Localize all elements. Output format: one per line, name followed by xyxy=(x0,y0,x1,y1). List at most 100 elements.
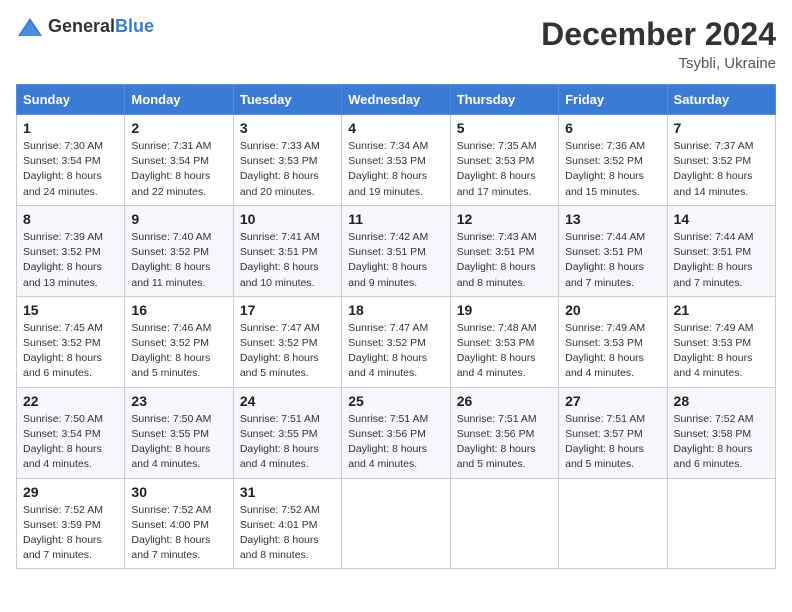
day-number: 6 xyxy=(565,120,660,136)
day-info: Sunrise: 7:46 AM Sunset: 3:52 PM Dayligh… xyxy=(131,321,226,382)
day-number: 12 xyxy=(457,211,552,227)
calendar-day-cell: 21 Sunrise: 7:49 AM Sunset: 3:53 PM Dayli… xyxy=(667,296,775,387)
calendar-day-cell: 2 Sunrise: 7:31 AM Sunset: 3:54 PM Daylig… xyxy=(125,115,233,206)
day-number: 4 xyxy=(348,120,443,136)
day-info: Sunrise: 7:39 AM Sunset: 3:52 PM Dayligh… xyxy=(23,230,118,291)
day-info: Sunrise: 7:37 AM Sunset: 3:52 PM Dayligh… xyxy=(674,139,769,200)
calendar-day-cell: 7 Sunrise: 7:37 AM Sunset: 3:52 PM Daylig… xyxy=(667,115,775,206)
day-number: 23 xyxy=(131,393,226,409)
weekday-header-sunday: Sunday xyxy=(17,85,125,115)
calendar-day-cell: 4 Sunrise: 7:34 AM Sunset: 3:53 PM Daylig… xyxy=(342,115,450,206)
empty-cell xyxy=(559,478,667,569)
calendar-week-row: 15 Sunrise: 7:45 AM Sunset: 3:52 PM Dayli… xyxy=(17,296,776,387)
calendar-day-cell: 29 Sunrise: 7:52 AM Sunset: 3:59 PM Dayli… xyxy=(17,478,125,569)
day-number: 26 xyxy=(457,393,552,409)
day-info: Sunrise: 7:42 AM Sunset: 3:51 PM Dayligh… xyxy=(348,230,443,291)
day-info: Sunrise: 7:44 AM Sunset: 3:51 PM Dayligh… xyxy=(674,230,769,291)
day-info: Sunrise: 7:47 AM Sunset: 3:52 PM Dayligh… xyxy=(240,321,335,382)
day-info: Sunrise: 7:47 AM Sunset: 3:52 PM Dayligh… xyxy=(348,321,443,382)
day-number: 9 xyxy=(131,211,226,227)
day-info: Sunrise: 7:41 AM Sunset: 3:51 PM Dayligh… xyxy=(240,230,335,291)
day-info: Sunrise: 7:45 AM Sunset: 3:52 PM Dayligh… xyxy=(23,321,118,382)
day-number: 14 xyxy=(674,211,769,227)
weekday-header-wednesday: Wednesday xyxy=(342,85,450,115)
calendar-day-cell: 25Sunrise: 7:51 AM Sunset: 3:56 PM Dayli… xyxy=(342,387,450,478)
day-info: Sunrise: 7:33 AM Sunset: 3:53 PM Dayligh… xyxy=(240,139,335,200)
calendar-day-cell: 5Sunrise: 7:35 AM Sunset: 3:53 PM Daylig… xyxy=(450,115,558,206)
day-number: 18 xyxy=(348,302,443,318)
day-info: Sunrise: 7:30 AM Sunset: 3:54 PM Dayligh… xyxy=(23,139,118,200)
day-number: 15 xyxy=(23,302,118,318)
day-info: Sunrise: 7:43 AM Sunset: 3:51 PM Dayligh… xyxy=(457,230,552,291)
empty-cell xyxy=(450,478,558,569)
month-title: December 2024 xyxy=(541,16,776,53)
day-number: 3 xyxy=(240,120,335,136)
day-number: 28 xyxy=(674,393,769,409)
calendar-day-cell: 28Sunrise: 7:52 AM Sunset: 3:58 PM Dayli… xyxy=(667,387,775,478)
day-info: Sunrise: 7:51 AM Sunset: 3:56 PM Dayligh… xyxy=(348,412,443,473)
day-info: Sunrise: 7:49 AM Sunset: 3:53 PM Dayligh… xyxy=(565,321,660,382)
day-number: 2 xyxy=(131,120,226,136)
day-number: 24 xyxy=(240,393,335,409)
calendar-day-cell: 18 Sunrise: 7:47 AM Sunset: 3:52 PM Dayli… xyxy=(342,296,450,387)
weekday-header-monday: Monday xyxy=(125,85,233,115)
day-number: 22 xyxy=(23,393,118,409)
calendar-day-cell: 23 Sunrise: 7:50 AM Sunset: 3:55 PM Dayli… xyxy=(125,387,233,478)
calendar-day-cell: 24Sunrise: 7:51 AM Sunset: 3:55 PM Dayli… xyxy=(233,387,341,478)
calendar-day-cell: 8 Sunrise: 7:39 AM Sunset: 3:52 PM Daylig… xyxy=(17,205,125,296)
day-number: 20 xyxy=(565,302,660,318)
logo-text-blue: Blue xyxy=(115,16,154,36)
day-info: Sunrise: 7:34 AM Sunset: 3:53 PM Dayligh… xyxy=(348,139,443,200)
day-info: Sunrise: 7:40 AM Sunset: 3:52 PM Dayligh… xyxy=(131,230,226,291)
calendar-day-cell: 17 Sunrise: 7:47 AM Sunset: 3:52 PM Dayli… xyxy=(233,296,341,387)
calendar-day-cell: 20 Sunrise: 7:49 AM Sunset: 3:53 PM Dayli… xyxy=(559,296,667,387)
day-info: Sunrise: 7:50 AM Sunset: 3:54 PM Dayligh… xyxy=(23,412,118,473)
day-info: Sunrise: 7:49 AM Sunset: 3:53 PM Dayligh… xyxy=(674,321,769,382)
day-info: Sunrise: 7:52 AM Sunset: 3:59 PM Dayligh… xyxy=(23,503,118,564)
weekday-header-saturday: Saturday xyxy=(667,85,775,115)
calendar-day-cell: 27Sunrise: 7:51 AM Sunset: 3:57 PM Dayli… xyxy=(559,387,667,478)
page-header: GeneralBlue December 2024 Tsybli, Ukrain… xyxy=(16,16,776,72)
calendar-day-cell: 12 Sunrise: 7:43 AM Sunset: 3:51 PM Dayli… xyxy=(450,205,558,296)
day-number: 30 xyxy=(131,484,226,500)
day-info: Sunrise: 7:51 AM Sunset: 3:56 PM Dayligh… xyxy=(457,412,552,473)
day-number: 16 xyxy=(131,302,226,318)
day-number: 17 xyxy=(240,302,335,318)
calendar-day-cell: 1Sunrise: 7:30 AM Sunset: 3:54 PM Daylig… xyxy=(17,115,125,206)
calendar-day-cell: 9 Sunrise: 7:40 AM Sunset: 3:52 PM Daylig… xyxy=(125,205,233,296)
logo: GeneralBlue xyxy=(16,16,154,38)
calendar-day-cell: 3 Sunrise: 7:33 AM Sunset: 3:53 PM Daylig… xyxy=(233,115,341,206)
day-info: Sunrise: 7:50 AM Sunset: 3:55 PM Dayligh… xyxy=(131,412,226,473)
calendar-week-row: 8 Sunrise: 7:39 AM Sunset: 3:52 PM Daylig… xyxy=(17,205,776,296)
calendar-week-row: 1Sunrise: 7:30 AM Sunset: 3:54 PM Daylig… xyxy=(17,115,776,206)
calendar-week-row: 29 Sunrise: 7:52 AM Sunset: 3:59 PM Dayli… xyxy=(17,478,776,569)
calendar-table: SundayMondayTuesdayWednesdayThursdayFrid… xyxy=(16,84,776,569)
day-info: Sunrise: 7:48 AM Sunset: 3:53 PM Dayligh… xyxy=(457,321,552,382)
logo-icon xyxy=(16,16,44,38)
day-number: 8 xyxy=(23,211,118,227)
day-info: Sunrise: 7:51 AM Sunset: 3:57 PM Dayligh… xyxy=(565,412,660,473)
day-number: 11 xyxy=(348,211,443,227)
day-info: Sunrise: 7:44 AM Sunset: 3:51 PM Dayligh… xyxy=(565,230,660,291)
weekday-header-row: SundayMondayTuesdayWednesdayThursdayFrid… xyxy=(17,85,776,115)
calendar-day-cell: 14 Sunrise: 7:44 AM Sunset: 3:51 PM Dayli… xyxy=(667,205,775,296)
day-number: 5 xyxy=(457,120,552,136)
calendar-day-cell: 10 Sunrise: 7:41 AM Sunset: 3:51 PM Dayli… xyxy=(233,205,341,296)
day-number: 19 xyxy=(457,302,552,318)
day-number: 7 xyxy=(674,120,769,136)
calendar-day-cell: 30 Sunrise: 7:52 AM Sunset: 4:00 PM Dayli… xyxy=(125,478,233,569)
day-number: 21 xyxy=(674,302,769,318)
calendar-day-cell: 15 Sunrise: 7:45 AM Sunset: 3:52 PM Dayli… xyxy=(17,296,125,387)
logo-text-general: General xyxy=(48,16,115,36)
day-info: Sunrise: 7:31 AM Sunset: 3:54 PM Dayligh… xyxy=(131,139,226,200)
empty-cell xyxy=(342,478,450,569)
weekday-header-thursday: Thursday xyxy=(450,85,558,115)
calendar-day-cell: 11 Sunrise: 7:42 AM Sunset: 3:51 PM Dayli… xyxy=(342,205,450,296)
day-info: Sunrise: 7:52 AM Sunset: 4:01 PM Dayligh… xyxy=(240,503,335,564)
day-number: 29 xyxy=(23,484,118,500)
calendar-day-cell: 16 Sunrise: 7:46 AM Sunset: 3:52 PM Dayli… xyxy=(125,296,233,387)
day-number: 31 xyxy=(240,484,335,500)
day-number: 10 xyxy=(240,211,335,227)
day-info: Sunrise: 7:52 AM Sunset: 4:00 PM Dayligh… xyxy=(131,503,226,564)
calendar-day-cell: 19 Sunrise: 7:48 AM Sunset: 3:53 PM Dayli… xyxy=(450,296,558,387)
